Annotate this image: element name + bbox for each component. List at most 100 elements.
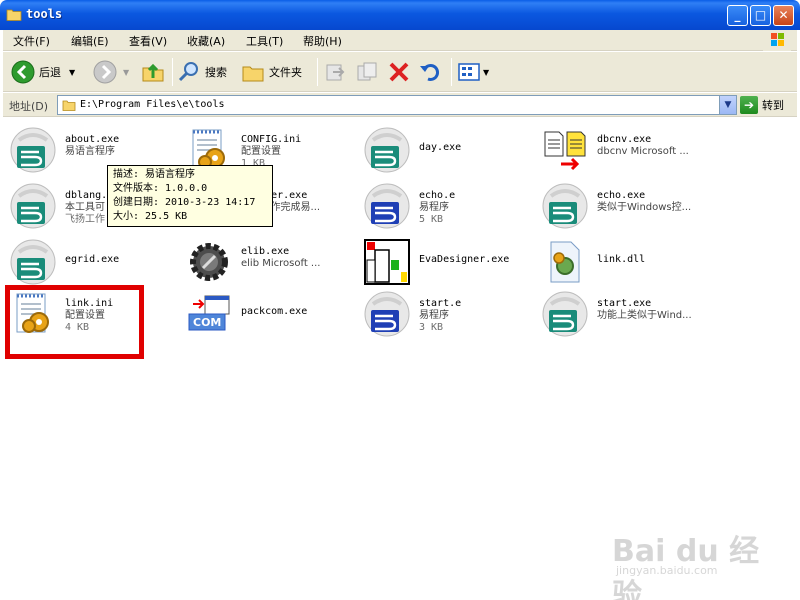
file-type: dbcnv Microsoft ... [597,146,689,157]
dbcnv-icon [541,126,589,174]
file-text: elib.exe elib Microsoft ... [241,246,320,270]
file-item[interactable]: echo.exe 类似于Windows控... [539,180,717,232]
svg-text:COM: COM [193,316,221,329]
watermark-sub: jingyan.baidu.com [616,564,718,577]
folder-icon [62,100,76,111]
go-arrow-icon: ➔ [740,96,758,114]
file-name: echo.exe [597,190,646,201]
search-label: 搜索 [205,66,227,79]
toolbar-separator [172,58,173,86]
delete-button[interactable] [387,58,411,86]
maximize-button[interactable]: □ [750,5,771,26]
minimize-button[interactable]: _ [727,5,748,26]
toolbar-separator [317,58,318,86]
file-text: dbcnv.exe dbcnv Microsoft ... [597,134,689,158]
views-dropdown-icon[interactable]: ▼ [483,68,489,77]
file-name: link.dll [597,254,646,265]
move-to-icon [326,64,345,81]
address-path: E:\Program Files\e\tools [80,99,225,110]
file-type: 易语言程序 [65,146,115,157]
e-program-icon [541,290,589,338]
gear-icon [185,238,233,286]
up-folder-button[interactable] [141,58,165,86]
watermark-main: Bai du 经验 [612,534,760,600]
file-name: echo.e [419,190,456,201]
menu-view[interactable]: 查看(V) [129,33,167,49]
file-item[interactable]: start.e 易程序 3 KB [361,288,539,340]
e-program-icon [363,126,411,174]
file-text: egrid.exe [65,254,119,266]
tooltip-description: 描述: 易语言程序 [113,169,196,180]
eva-designer-icon [363,238,411,286]
file-name: about.exe [65,134,120,145]
folders-icon [242,66,264,82]
folders-label: 文件夹 [269,66,302,79]
forward-arrow-icon [93,60,117,84]
file-item[interactable]: link.dll [539,236,717,288]
menu-tools[interactable]: 工具(T) [246,33,283,49]
search-button[interactable]: 搜索 [177,58,227,86]
move-to-button[interactable] [323,58,347,86]
back-label: 后退 [39,66,61,79]
back-dropdown-icon[interactable]: ▼ [69,68,75,77]
address-input[interactable]: E:\Program Files\e\tools ▼ [57,95,737,115]
file-type: 类似于Windows控... [597,202,692,213]
address-label: 地址(D) [9,100,49,113]
menu-favorites[interactable]: 收藏(A) [187,33,225,49]
file-text: packcom.exe [241,306,307,318]
file-name: day.exe [419,142,462,153]
e-program-icon [9,182,57,230]
copy-to-button[interactable] [355,58,379,86]
e-source-icon [363,182,411,230]
folders-button[interactable]: 文件夹 [241,58,302,86]
file-name: start.exe [597,298,652,309]
file-name: egrid.exe [65,254,120,265]
file-item[interactable]: elib.exe elib Microsoft ... [183,236,361,288]
file-item[interactable]: echo.e 易程序 5 KB [361,180,539,232]
file-item[interactable]: EvaDesigner.exe [361,236,539,288]
file-text: about.exe 易语言程序 [65,134,119,158]
go-label: 转到 [762,99,784,112]
up-folder-icon [142,63,164,82]
file-size: 5 KB [419,214,444,225]
forward-dropdown-icon[interactable]: ▼ [123,68,129,77]
file-item[interactable]: start.exe 功能上类似于Wind... [539,288,717,340]
file-text: EvaDesigner.exe [419,254,509,266]
file-text: link.dll [597,254,645,266]
file-type: 易程序 [419,310,449,321]
file-type: 易程序 [419,202,449,213]
toolbar-separator [451,58,452,86]
file-item[interactable]: day.exe [361,124,539,176]
dll-file-icon [541,238,589,286]
file-item[interactable]: dbcnv.exe dbcnv Microsoft ... [539,124,717,176]
file-size: 3 KB [419,322,444,333]
e-source-icon [363,290,411,338]
go-button[interactable]: ➔ 转到 [740,95,784,115]
views-button[interactable]: ▼ [457,58,489,86]
undo-icon [420,63,440,81]
file-item[interactable]: COM packcom.exe [183,288,361,340]
file-name: dbcnv.exe [597,134,652,145]
file-text: day.exe [419,142,461,154]
file-text: dblang. 本工具可 飞扬工作 [65,190,107,226]
file-name: EvaDesigner.exe [419,254,510,265]
title-bar[interactable]: tools _ □ ✕ [0,0,800,30]
tooltip-created: 创建日期: 2010-3-23 14:17 [113,197,256,208]
menu-bar: 文件(F) 编辑(E) 查看(V) 收藏(A) 工具(T) 帮助(H) [3,30,797,51]
e-program-icon [9,238,57,286]
file-name: start.e [419,298,462,309]
file-name: packcom.exe [241,306,308,317]
menu-help[interactable]: 帮助(H) [303,33,342,49]
menu-file[interactable]: 文件(F) [13,33,50,49]
file-item[interactable]: egrid.exe [7,236,185,288]
address-dropdown-button[interactable]: ▼ [719,96,736,114]
menu-edit[interactable]: 编辑(E) [71,33,109,49]
back-button[interactable]: 后退 ▼ [11,58,75,86]
close-button[interactable]: ✕ [773,5,794,26]
file-name: dblang. [65,190,108,201]
file-size: 飞扬工作 [65,214,105,225]
file-name: CONFIG.ini [241,134,302,145]
undo-button[interactable] [418,58,442,86]
com-package-icon: COM [185,290,233,338]
forward-button[interactable]: ▼ [93,58,129,86]
